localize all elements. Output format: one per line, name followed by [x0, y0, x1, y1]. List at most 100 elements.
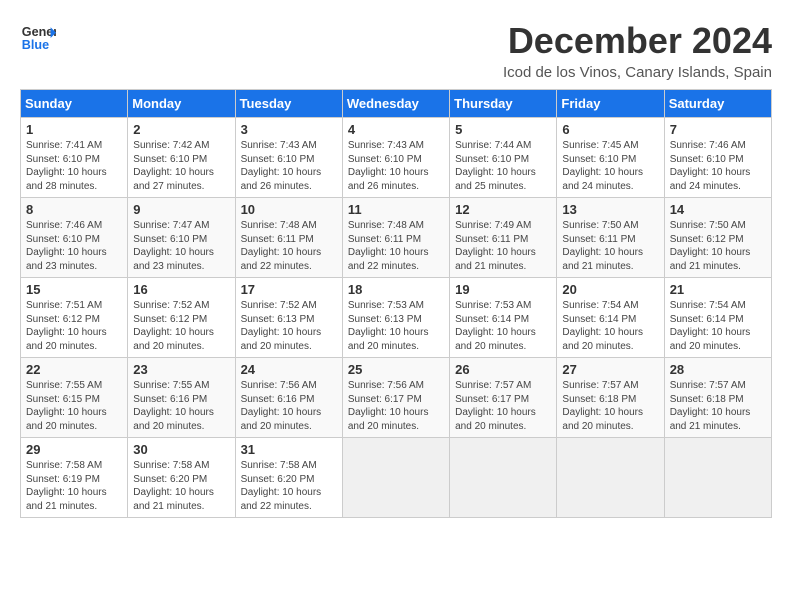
col-wednesday: Wednesday — [342, 90, 449, 118]
calendar-cell: 7 Sunrise: 7:46 AMSunset: 6:10 PMDayligh… — [664, 118, 771, 198]
day-number: 17 — [241, 282, 337, 297]
calendar-body: 1 Sunrise: 7:41 AMSunset: 6:10 PMDayligh… — [21, 118, 772, 518]
day-number: 12 — [455, 202, 551, 217]
day-info: Sunrise: 7:58 AMSunset: 6:20 PMDaylight:… — [241, 460, 322, 512]
day-info: Sunrise: 7:52 AMSunset: 6:13 PMDaylight:… — [241, 300, 322, 352]
calendar-cell: 31 Sunrise: 7:58 AMSunset: 6:20 PMDaylig… — [235, 438, 342, 518]
day-number: 20 — [562, 282, 658, 297]
day-info: Sunrise: 7:57 AMSunset: 6:18 PMDaylight:… — [562, 380, 643, 432]
day-number: 26 — [455, 362, 551, 377]
logo: General Blue — [20, 20, 56, 56]
calendar-cell: 5 Sunrise: 7:44 AMSunset: 6:10 PMDayligh… — [450, 118, 557, 198]
day-number: 13 — [562, 202, 658, 217]
day-number: 21 — [670, 282, 766, 297]
calendar-cell — [557, 438, 664, 518]
day-number: 16 — [133, 282, 229, 297]
calendar-cell: 18 Sunrise: 7:53 AMSunset: 6:13 PMDaylig… — [342, 278, 449, 358]
day-number: 3 — [241, 122, 337, 137]
day-number: 15 — [26, 282, 122, 297]
day-info: Sunrise: 7:52 AMSunset: 6:12 PMDaylight:… — [133, 300, 214, 352]
calendar-cell: 14 Sunrise: 7:50 AMSunset: 6:12 PMDaylig… — [664, 198, 771, 278]
day-info: Sunrise: 7:55 AMSunset: 6:16 PMDaylight:… — [133, 380, 214, 432]
calendar-cell: 29 Sunrise: 7:58 AMSunset: 6:19 PMDaylig… — [21, 438, 128, 518]
title-area: December 2024 Icod de los Vinos, Canary … — [503, 20, 772, 81]
calendar-cell: 9 Sunrise: 7:47 AMSunset: 6:10 PMDayligh… — [128, 198, 235, 278]
day-number: 2 — [133, 122, 229, 137]
day-number: 14 — [670, 202, 766, 217]
day-info: Sunrise: 7:58 AMSunset: 6:19 PMDaylight:… — [26, 460, 107, 512]
day-info: Sunrise: 7:51 AMSunset: 6:12 PMDaylight:… — [26, 300, 107, 352]
day-info: Sunrise: 7:53 AMSunset: 6:13 PMDaylight:… — [348, 300, 429, 352]
calendar-cell: 17 Sunrise: 7:52 AMSunset: 6:13 PMDaylig… — [235, 278, 342, 358]
day-number: 18 — [348, 282, 444, 297]
day-number: 6 — [562, 122, 658, 137]
calendar-cell — [342, 438, 449, 518]
day-info: Sunrise: 7:50 AMSunset: 6:11 PMDaylight:… — [562, 220, 643, 272]
day-info: Sunrise: 7:46 AMSunset: 6:10 PMDaylight:… — [670, 140, 751, 192]
day-info: Sunrise: 7:56 AMSunset: 6:16 PMDaylight:… — [241, 380, 322, 432]
calendar-cell: 25 Sunrise: 7:56 AMSunset: 6:17 PMDaylig… — [342, 358, 449, 438]
calendar-cell: 15 Sunrise: 7:51 AMSunset: 6:12 PMDaylig… — [21, 278, 128, 358]
calendar-cell: 23 Sunrise: 7:55 AMSunset: 6:16 PMDaylig… — [128, 358, 235, 438]
day-number: 22 — [26, 362, 122, 377]
calendar-cell: 4 Sunrise: 7:43 AMSunset: 6:10 PMDayligh… — [342, 118, 449, 198]
calendar-cell: 3 Sunrise: 7:43 AMSunset: 6:10 PMDayligh… — [235, 118, 342, 198]
day-number: 24 — [241, 362, 337, 377]
day-number: 10 — [241, 202, 337, 217]
day-number: 1 — [26, 122, 122, 137]
col-tuesday: Tuesday — [235, 90, 342, 118]
day-info: Sunrise: 7:56 AMSunset: 6:17 PMDaylight:… — [348, 380, 429, 432]
header-row: Sunday Monday Tuesday Wednesday Thursday… — [21, 90, 772, 118]
day-info: Sunrise: 7:45 AMSunset: 6:10 PMDaylight:… — [562, 140, 643, 192]
day-number: 4 — [348, 122, 444, 137]
day-info: Sunrise: 7:42 AMSunset: 6:10 PMDaylight:… — [133, 140, 214, 192]
calendar-cell: 13 Sunrise: 7:50 AMSunset: 6:11 PMDaylig… — [557, 198, 664, 278]
day-info: Sunrise: 7:53 AMSunset: 6:14 PMDaylight:… — [455, 300, 536, 352]
calendar-cell: 21 Sunrise: 7:54 AMSunset: 6:14 PMDaylig… — [664, 278, 771, 358]
day-number: 30 — [133, 442, 229, 457]
calendar-cell: 11 Sunrise: 7:48 AMSunset: 6:11 PMDaylig… — [342, 198, 449, 278]
calendar-cell — [664, 438, 771, 518]
calendar-cell: 10 Sunrise: 7:48 AMSunset: 6:11 PMDaylig… — [235, 198, 342, 278]
day-info: Sunrise: 7:50 AMSunset: 6:12 PMDaylight:… — [670, 220, 751, 272]
calendar-table: Sunday Monday Tuesday Wednesday Thursday… — [20, 89, 772, 518]
calendar-cell: 22 Sunrise: 7:55 AMSunset: 6:15 PMDaylig… — [21, 358, 128, 438]
calendar-cell: 2 Sunrise: 7:42 AMSunset: 6:10 PMDayligh… — [128, 118, 235, 198]
day-number: 8 — [26, 202, 122, 217]
calendar-cell: 1 Sunrise: 7:41 AMSunset: 6:10 PMDayligh… — [21, 118, 128, 198]
calendar-week-row: 8 Sunrise: 7:46 AMSunset: 6:10 PMDayligh… — [21, 198, 772, 278]
day-info: Sunrise: 7:49 AMSunset: 6:11 PMDaylight:… — [455, 220, 536, 272]
day-number: 31 — [241, 442, 337, 457]
day-number: 28 — [670, 362, 766, 377]
day-info: Sunrise: 7:48 AMSunset: 6:11 PMDaylight:… — [348, 220, 429, 272]
col-friday: Friday — [557, 90, 664, 118]
day-info: Sunrise: 7:44 AMSunset: 6:10 PMDaylight:… — [455, 140, 536, 192]
calendar-subtitle: Icod de los Vinos, Canary Islands, Spain — [503, 64, 772, 81]
day-info: Sunrise: 7:58 AMSunset: 6:20 PMDaylight:… — [133, 460, 214, 512]
calendar-cell: 19 Sunrise: 7:53 AMSunset: 6:14 PMDaylig… — [450, 278, 557, 358]
calendar-cell: 30 Sunrise: 7:58 AMSunset: 6:20 PMDaylig… — [128, 438, 235, 518]
calendar-week-row: 15 Sunrise: 7:51 AMSunset: 6:12 PMDaylig… — [21, 278, 772, 358]
day-info: Sunrise: 7:57 AMSunset: 6:18 PMDaylight:… — [670, 380, 751, 432]
day-number: 11 — [348, 202, 444, 217]
day-info: Sunrise: 7:43 AMSunset: 6:10 PMDaylight:… — [348, 140, 429, 192]
calendar-cell: 12 Sunrise: 7:49 AMSunset: 6:11 PMDaylig… — [450, 198, 557, 278]
day-info: Sunrise: 7:46 AMSunset: 6:10 PMDaylight:… — [26, 220, 107, 272]
calendar-week-row: 29 Sunrise: 7:58 AMSunset: 6:19 PMDaylig… — [21, 438, 772, 518]
calendar-cell: 24 Sunrise: 7:56 AMSunset: 6:16 PMDaylig… — [235, 358, 342, 438]
day-number: 7 — [670, 122, 766, 137]
day-number: 23 — [133, 362, 229, 377]
calendar-cell: 28 Sunrise: 7:57 AMSunset: 6:18 PMDaylig… — [664, 358, 771, 438]
day-info: Sunrise: 7:57 AMSunset: 6:17 PMDaylight:… — [455, 380, 536, 432]
calendar-week-row: 22 Sunrise: 7:55 AMSunset: 6:15 PMDaylig… — [21, 358, 772, 438]
col-saturday: Saturday — [664, 90, 771, 118]
day-info: Sunrise: 7:48 AMSunset: 6:11 PMDaylight:… — [241, 220, 322, 272]
day-info: Sunrise: 7:54 AMSunset: 6:14 PMDaylight:… — [562, 300, 643, 352]
day-number: 27 — [562, 362, 658, 377]
page-header: General Blue December 2024 Icod de los V… — [20, 20, 772, 81]
day-number: 29 — [26, 442, 122, 457]
day-info: Sunrise: 7:47 AMSunset: 6:10 PMDaylight:… — [133, 220, 214, 272]
calendar-title: December 2024 — [503, 20, 772, 62]
day-number: 5 — [455, 122, 551, 137]
day-number: 19 — [455, 282, 551, 297]
